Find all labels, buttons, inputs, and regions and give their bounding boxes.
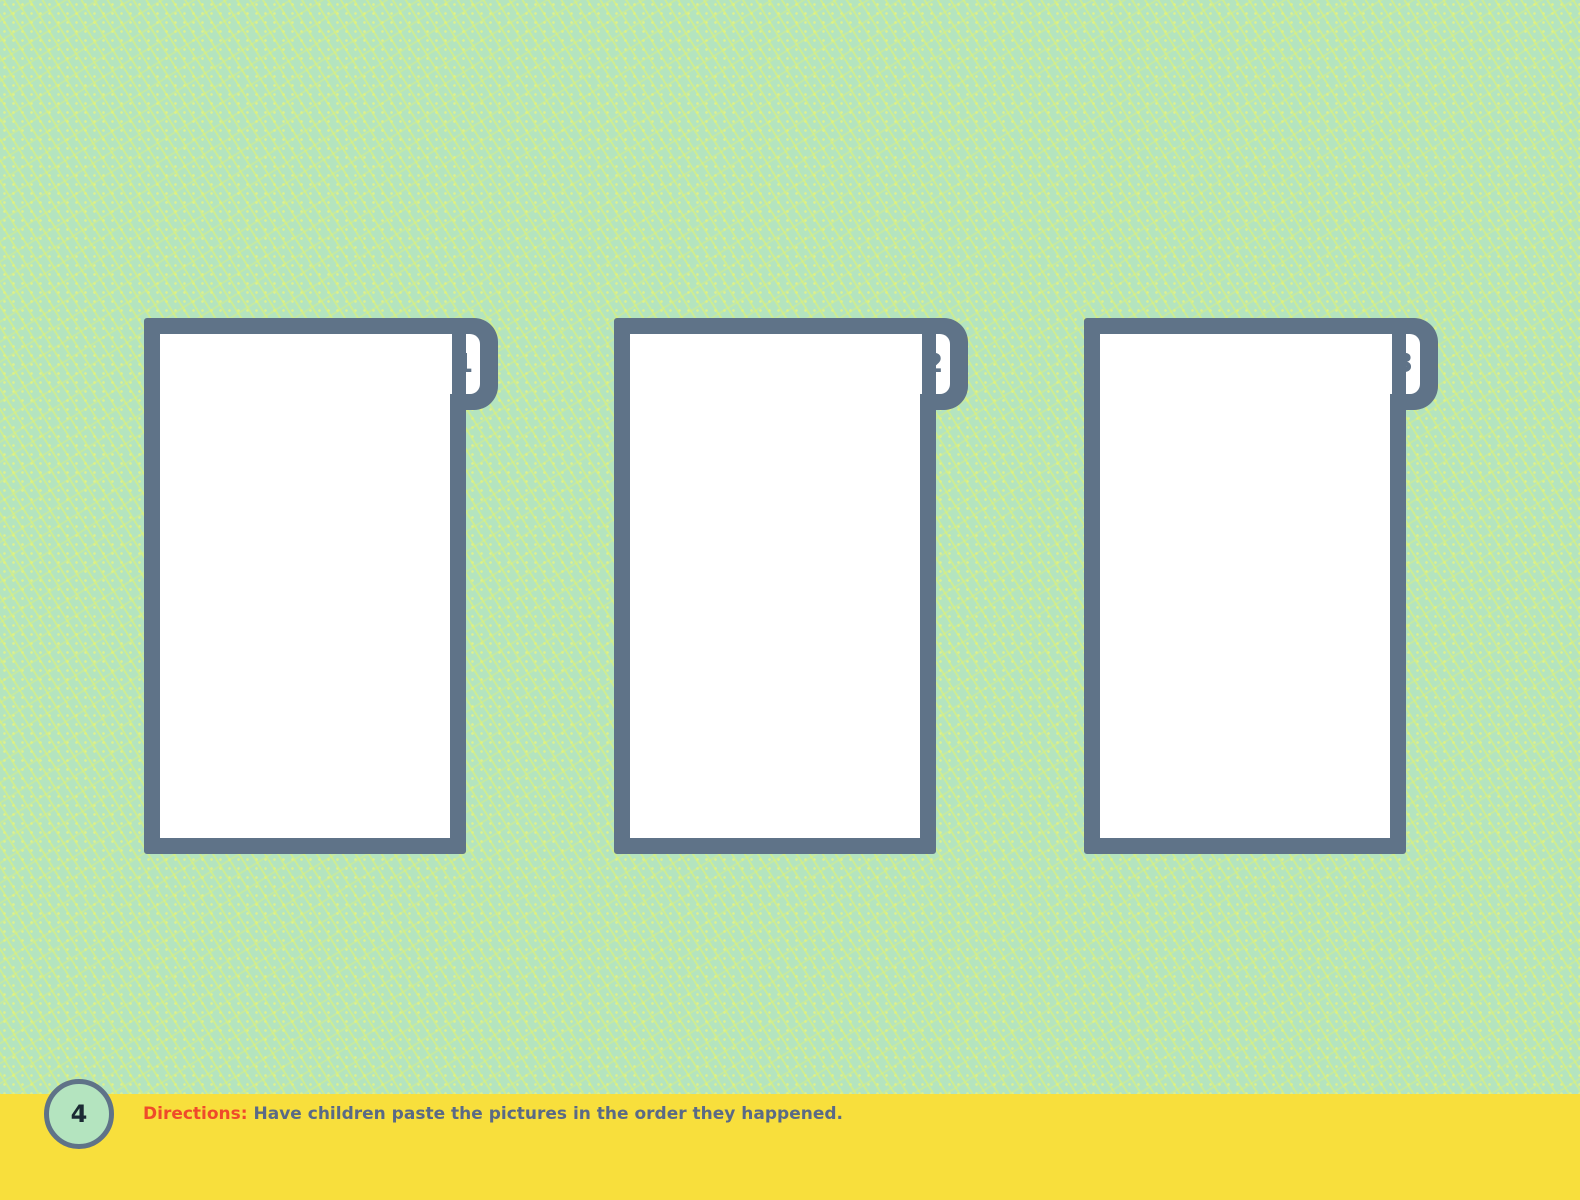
paste-area[interactable] (614, 318, 936, 854)
worksheet-page: 1 2 3 4 Directions: Have children paste … (0, 0, 1580, 1200)
tab-joint (914, 334, 922, 394)
page-number-badge: 4 (44, 1079, 114, 1149)
directions-label: Directions: (143, 1104, 248, 1124)
picture-panel-1[interactable]: 1 (144, 318, 498, 854)
directions-text: Directions: Have children paste the pict… (143, 1104, 843, 1124)
paste-area[interactable] (144, 318, 466, 854)
tab-joint (444, 334, 452, 394)
paste-area[interactable] (1084, 318, 1406, 854)
picture-panel-3[interactable]: 3 (1084, 318, 1438, 854)
directions-body: Have children paste the pictures in the … (253, 1104, 843, 1124)
tab-joint (1384, 334, 1392, 394)
picture-panel-2[interactable]: 2 (614, 318, 968, 854)
